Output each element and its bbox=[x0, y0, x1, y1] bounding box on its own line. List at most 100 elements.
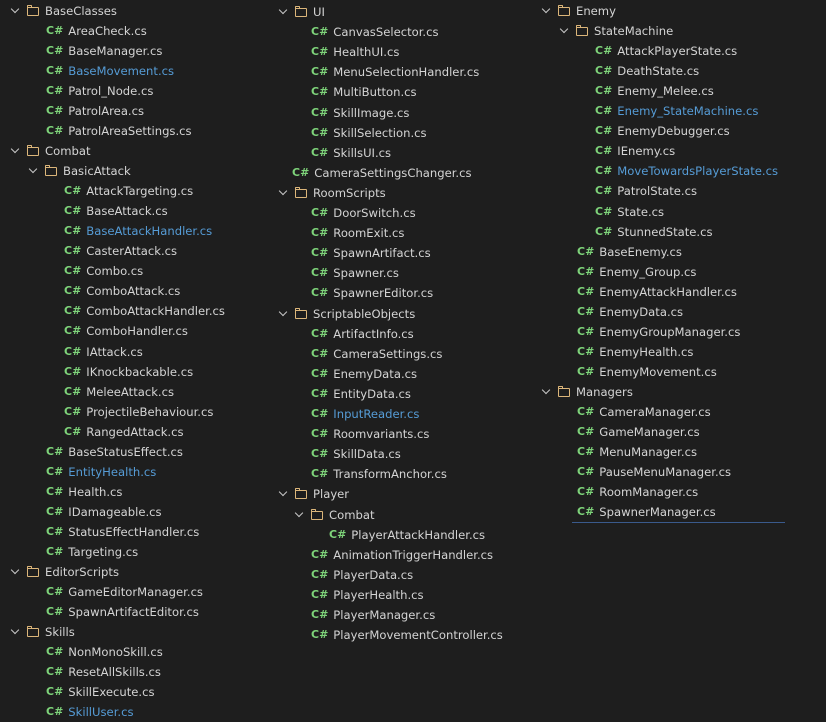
file-camerasettingschanger-cs[interactable]: C# CameraSettingsChanger.cs bbox=[292, 163, 472, 183]
folder-skills[interactable]: Skills bbox=[10, 622, 75, 642]
chevron-down-icon[interactable] bbox=[28, 161, 40, 181]
file-skilluser-cs[interactable]: C# SkillUser.cs bbox=[46, 702, 134, 722]
file-healthui-cs[interactable]: C# HealthUI.cs bbox=[311, 42, 399, 62]
file-doorswitch-cs[interactable]: C# DoorSwitch.cs bbox=[311, 203, 416, 223]
file-combohandler-cs[interactable]: C# ComboHandler.cs bbox=[64, 321, 188, 341]
file-statuseffecthandler-cs[interactable]: C# StatusEffectHandler.cs bbox=[46, 522, 199, 542]
chevron-down-icon[interactable] bbox=[294, 505, 306, 525]
file-animationtriggerhandler-cs[interactable]: C# AnimationTriggerHandler.cs bbox=[311, 545, 493, 565]
file-casterattack-cs[interactable]: C# CasterAttack.cs bbox=[64, 241, 177, 261]
chevron-down-icon[interactable] bbox=[10, 141, 22, 161]
folder-managers[interactable]: Managers bbox=[541, 382, 633, 402]
file-combo-cs[interactable]: C# Combo.cs bbox=[64, 261, 143, 281]
file-health-cs[interactable]: C# Health.cs bbox=[46, 482, 122, 502]
file-baseenemy-cs[interactable]: C# BaseEnemy.cs bbox=[577, 242, 682, 262]
file-attacktargeting-cs[interactable]: C# AttackTargeting.cs bbox=[64, 181, 193, 201]
file-enemy-statemachine-cs[interactable]: C# Enemy_StateMachine.cs bbox=[595, 101, 758, 121]
file-areacheck-cs[interactable]: C# AreaCheck.cs bbox=[46, 21, 147, 41]
file-comboattackhandler-cs[interactable]: C# ComboAttackHandler.cs bbox=[64, 301, 225, 321]
folder-roomscripts[interactable]: RoomScripts bbox=[278, 183, 386, 203]
file-deathstate-cs[interactable]: C# DeathState.cs bbox=[595, 61, 699, 81]
file-idamageable-cs[interactable]: C# IDamageable.cs bbox=[46, 502, 162, 522]
file-skillsui-cs[interactable]: C# SkillsUI.cs bbox=[311, 143, 391, 163]
file-cameramanager-cs[interactable]: C# CameraManager.cs bbox=[577, 402, 711, 422]
file-canvasselector-cs[interactable]: C# CanvasSelector.cs bbox=[311, 22, 439, 42]
file-rangedattack-cs[interactable]: C# RangedAttack.cs bbox=[64, 422, 184, 442]
file-enemyhealth-cs[interactable]: C# EnemyHealth.cs bbox=[577, 342, 693, 362]
folder-combat[interactable]: Combat bbox=[10, 141, 91, 161]
file-entityhealth-cs[interactable]: C# EntityHealth.cs bbox=[46, 462, 156, 482]
file-projectilebehaviour-cs[interactable]: C# ProjectileBehaviour.cs bbox=[64, 402, 213, 422]
file-patrolareasettings-cs[interactable]: C# PatrolAreaSettings.cs bbox=[46, 121, 192, 141]
file-state-cs[interactable]: C# State.cs bbox=[595, 202, 664, 222]
file-enemydata-cs[interactable]: C# EnemyData.cs bbox=[577, 302, 683, 322]
file-playerhealth-cs[interactable]: C# PlayerHealth.cs bbox=[311, 585, 424, 605]
file-skillexecute-cs[interactable]: C# SkillExecute.cs bbox=[46, 682, 155, 702]
file-iattack-cs[interactable]: C# IAttack.cs bbox=[64, 342, 143, 362]
file-targeting-cs[interactable]: C# Targeting.cs bbox=[46, 542, 138, 562]
chevron-down-icon[interactable] bbox=[10, 562, 22, 582]
file-camerasettings-cs[interactable]: C# CameraSettings.cs bbox=[311, 344, 442, 364]
file-patrolarea-cs[interactable]: C# PatrolArea.cs bbox=[46, 101, 144, 121]
file-menumanager-cs[interactable]: C# MenuManager.cs bbox=[577, 442, 697, 462]
file-skillselection-cs[interactable]: C# SkillSelection.cs bbox=[311, 123, 427, 143]
file-playermovementcontroller-cs[interactable]: C# PlayerMovementController.cs bbox=[311, 625, 503, 645]
file-patrol-node-cs[interactable]: C# Patrol_Node.cs bbox=[46, 81, 153, 101]
file-spawnereditor-cs[interactable]: C# SpawnerEditor.cs bbox=[311, 283, 433, 303]
file-spawnermanager-cs[interactable]: C# SpawnerManager.cs bbox=[577, 502, 716, 522]
file-spawnartifact-cs[interactable]: C# SpawnArtifact.cs bbox=[311, 243, 431, 263]
file-gamemanager-cs[interactable]: C# GameManager.cs bbox=[577, 422, 700, 442]
chevron-down-icon[interactable] bbox=[541, 1, 553, 21]
folder-baseclasses[interactable]: BaseClasses bbox=[10, 1, 117, 21]
folder-ui[interactable]: UI bbox=[278, 2, 325, 22]
file-enemygroupmanager-cs[interactable]: C# EnemyGroupManager.cs bbox=[577, 322, 740, 342]
file-gameeditormanager-cs[interactable]: C# GameEditorManager.cs bbox=[46, 582, 203, 602]
file-meleeattack-cs[interactable]: C# MeleeAttack.cs bbox=[64, 382, 174, 402]
file-iknockbackable-cs[interactable]: C# IKnockbackable.cs bbox=[64, 362, 193, 382]
file-playerattackhandler-cs[interactable]: C# PlayerAttackHandler.cs bbox=[329, 525, 485, 545]
file-basemovement-cs[interactable]: C# BaseMovement.cs bbox=[46, 61, 174, 81]
file-artifactinfo-cs[interactable]: C# ArtifactInfo.cs bbox=[311, 324, 414, 344]
file-movetowardsplayerstate-cs[interactable]: C# MoveTowardsPlayerState.cs bbox=[595, 161, 778, 181]
file-baseattackhandler-cs[interactable]: C# BaseAttackHandler.cs bbox=[64, 221, 212, 241]
file-roomvariants-cs[interactable]: C# Roomvariants.cs bbox=[311, 424, 429, 444]
file-patrolstate-cs[interactable]: C# PatrolState.cs bbox=[595, 181, 697, 201]
file-skillimage-cs[interactable]: C# SkillImage.cs bbox=[311, 103, 409, 123]
file-roomexit-cs[interactable]: C# RoomExit.cs bbox=[311, 223, 404, 243]
chevron-down-icon[interactable] bbox=[278, 484, 290, 504]
chevron-down-icon[interactable] bbox=[278, 183, 290, 203]
file-enemyattackhandler-cs[interactable]: C# EnemyAttackHandler.cs bbox=[577, 282, 737, 302]
file-roommanager-cs[interactable]: C# RoomManager.cs bbox=[577, 482, 698, 502]
folder-combat[interactable]: Combat bbox=[294, 505, 375, 525]
file-enemy-group-cs[interactable]: C# Enemy_Group.cs bbox=[577, 262, 696, 282]
file-spawner-cs[interactable]: C# Spawner.cs bbox=[311, 263, 399, 283]
chevron-down-icon[interactable] bbox=[278, 2, 290, 22]
file-enemydebugger-cs[interactable]: C# EnemyDebugger.cs bbox=[595, 121, 730, 141]
file-ienemy-cs[interactable]: C# IEnemy.cs bbox=[595, 141, 675, 161]
file-playermanager-cs[interactable]: C# PlayerManager.cs bbox=[311, 605, 435, 625]
file-enemy-melee-cs[interactable]: C# Enemy_Melee.cs bbox=[595, 81, 714, 101]
file-menuselectionhandler-cs[interactable]: C# MenuSelectionHandler.cs bbox=[311, 62, 479, 82]
folder-player[interactable]: Player bbox=[278, 484, 349, 504]
file-baseattack-cs[interactable]: C# BaseAttack.cs bbox=[64, 201, 168, 221]
file-playerdata-cs[interactable]: C# PlayerData.cs bbox=[311, 565, 413, 585]
chevron-down-icon[interactable] bbox=[278, 304, 290, 324]
file-spawnartifacteditor-cs[interactable]: C# SpawnArtifactEditor.cs bbox=[46, 602, 199, 622]
file-enemydata-cs[interactable]: C# EnemyData.cs bbox=[311, 364, 417, 384]
folder-enemy[interactable]: Enemy bbox=[541, 1, 616, 21]
file-basestatuseffect-cs[interactable]: C# BaseStatusEffect.cs bbox=[46, 442, 183, 462]
file-basemanager-cs[interactable]: C# BaseManager.cs bbox=[46, 41, 162, 61]
file-stunnedstate-cs[interactable]: C# StunnedState.cs bbox=[595, 222, 713, 242]
file-pausemenumanager-cs[interactable]: C# PauseMenuManager.cs bbox=[577, 462, 731, 482]
folder-scriptableobjects[interactable]: ScriptableObjects bbox=[278, 304, 415, 324]
chevron-down-icon[interactable] bbox=[10, 1, 22, 21]
file-inputreader-cs[interactable]: C# InputReader.cs bbox=[311, 404, 419, 424]
file-multibutton-cs[interactable]: C# MultiButton.cs bbox=[311, 82, 417, 102]
file-attackplayerstate-cs[interactable]: C# AttackPlayerState.cs bbox=[595, 41, 737, 61]
folder-basicattack[interactable]: BasicAttack bbox=[28, 161, 131, 181]
file-transformanchor-cs[interactable]: C# TransformAnchor.cs bbox=[311, 464, 447, 484]
file-entitydata-cs[interactable]: C# EntityData.cs bbox=[311, 384, 411, 404]
folder-editorscripts[interactable]: EditorScripts bbox=[10, 562, 119, 582]
chevron-down-icon[interactable] bbox=[559, 21, 571, 41]
file-resetallskills-cs[interactable]: C# ResetAllSkills.cs bbox=[46, 662, 161, 682]
